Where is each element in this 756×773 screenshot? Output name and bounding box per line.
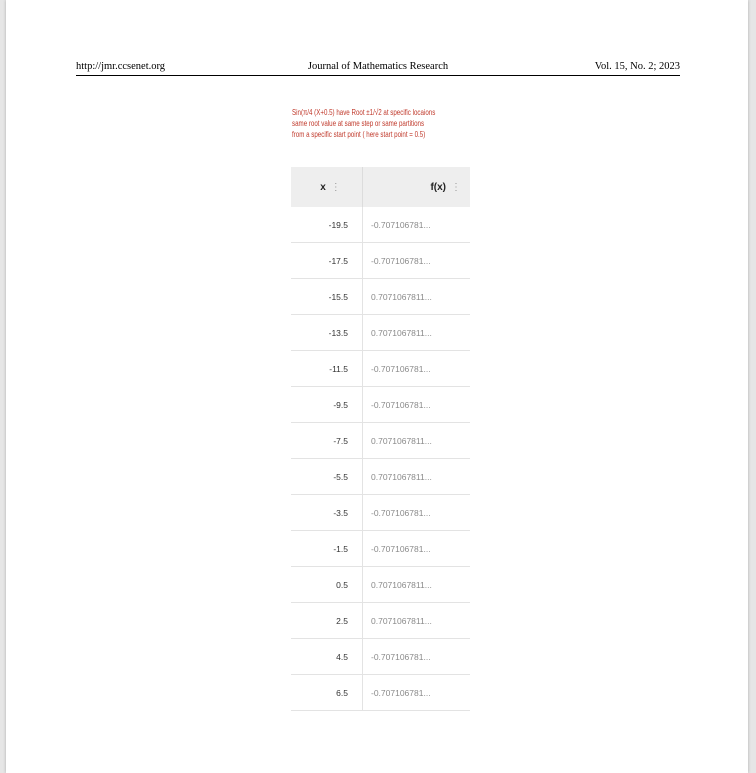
- table-row: -15.5 0.7071067811...: [291, 278, 470, 315]
- fx-cell: -0.707106781...: [362, 207, 470, 243]
- table-row: -7.5 0.7071067811...: [291, 422, 470, 459]
- table-row: -11.5 -0.707106781...: [291, 350, 470, 387]
- column-menu-icon[interactable]: ⋮: [451, 182, 461, 193]
- fx-cell: 0.7071067811...: [362, 314, 470, 351]
- column-menu-icon[interactable]: ⋮: [331, 182, 341, 193]
- x-cell: -11.5: [291, 350, 363, 387]
- volume-info: Vol. 15, No. 2; 2023: [594, 61, 680, 72]
- fx-cell: 0.7071067811...: [362, 278, 470, 315]
- x-cell: -1.5: [291, 530, 363, 567]
- fx-cell: 0.7071067811...: [362, 602, 470, 639]
- fx-cell: 0.7071067811...: [362, 458, 470, 495]
- table-row: -9.5 -0.707106781...: [291, 386, 470, 423]
- table-row: 6.5 -0.707106781...: [291, 674, 470, 711]
- table-row: 4.5 -0.707106781...: [291, 638, 470, 675]
- caption-line-1: Sin(π/4 (X+0.5) have Root ±1/√2 at speci…: [292, 107, 436, 117]
- x-cell: 4.5: [291, 638, 363, 675]
- table-row: -19.5 -0.707106781...: [291, 207, 470, 243]
- values-table: x ⋮ f(x) ⋮ -19.5 -0.707106781... -17.5 -0.707…: [291, 167, 470, 711]
- table-row: 0.5 0.7071067811...: [291, 566, 470, 603]
- figure-caption: Sin(π/4 (X+0.5) have Root ±1/√2 at speci…: [286, 107, 456, 140]
- column-header-fx: f(x) ⋮: [362, 167, 470, 207]
- x-cell: -15.5: [291, 278, 363, 315]
- caption-text: Sin(π/4 (X+0.5) have Root ±1/√2 at speci…: [292, 107, 436, 140]
- fx-cell: -0.707106781...: [362, 350, 470, 387]
- x-cell: -17.5: [291, 242, 363, 279]
- table-body: -19.5 -0.707106781... -17.5 -0.707106781...…: [291, 207, 470, 711]
- fx-cell: -0.707106781...: [362, 530, 470, 567]
- table-row: -17.5 -0.707106781...: [291, 242, 470, 279]
- fx-cell: -0.707106781...: [362, 638, 470, 675]
- x-cell: -5.5: [291, 458, 363, 495]
- table-row: -3.5 -0.707106781...: [291, 494, 470, 531]
- x-cell: -9.5: [291, 386, 363, 423]
- fx-cell: 0.7071067811...: [362, 422, 470, 459]
- table-row: -13.5 0.7071067811...: [291, 314, 470, 351]
- fx-cell: -0.707106781...: [362, 386, 470, 423]
- fx-cell: -0.707106781...: [362, 494, 470, 531]
- x-cell: -13.5: [291, 314, 363, 351]
- x-cell: 6.5: [291, 674, 363, 711]
- journal-name: Journal of Mathematics Research: [307, 61, 449, 72]
- column-header-x: x ⋮: [291, 167, 363, 207]
- caption-line-3: from a specific start point ( here start…: [292, 129, 426, 139]
- table-row: 2.5 0.7071067811...: [291, 602, 470, 639]
- x-cell: 0.5: [291, 566, 363, 603]
- x-cell: -7.5: [291, 422, 363, 459]
- table-row: -5.5 0.7071067811...: [291, 458, 470, 495]
- table-row: -1.5 -0.707106781...: [291, 530, 470, 567]
- fx-cell: -0.707106781...: [362, 674, 470, 711]
- caption-line-2: same root value at same step or same par…: [292, 118, 425, 128]
- x-cell: -3.5: [291, 494, 363, 531]
- fx-cell: 0.7071067811...: [362, 566, 470, 603]
- running-header: http://jmr.ccsenet.org Journal of Mathem…: [76, 61, 680, 76]
- x-cell: -19.5: [291, 207, 363, 243]
- x-cell: 2.5: [291, 602, 363, 639]
- fx-cell: -0.707106781...: [362, 242, 470, 279]
- column-header-fx-label: f(x): [430, 181, 446, 193]
- table-header-row: x ⋮ f(x) ⋮: [291, 167, 470, 207]
- column-header-x-label: x: [320, 181, 326, 193]
